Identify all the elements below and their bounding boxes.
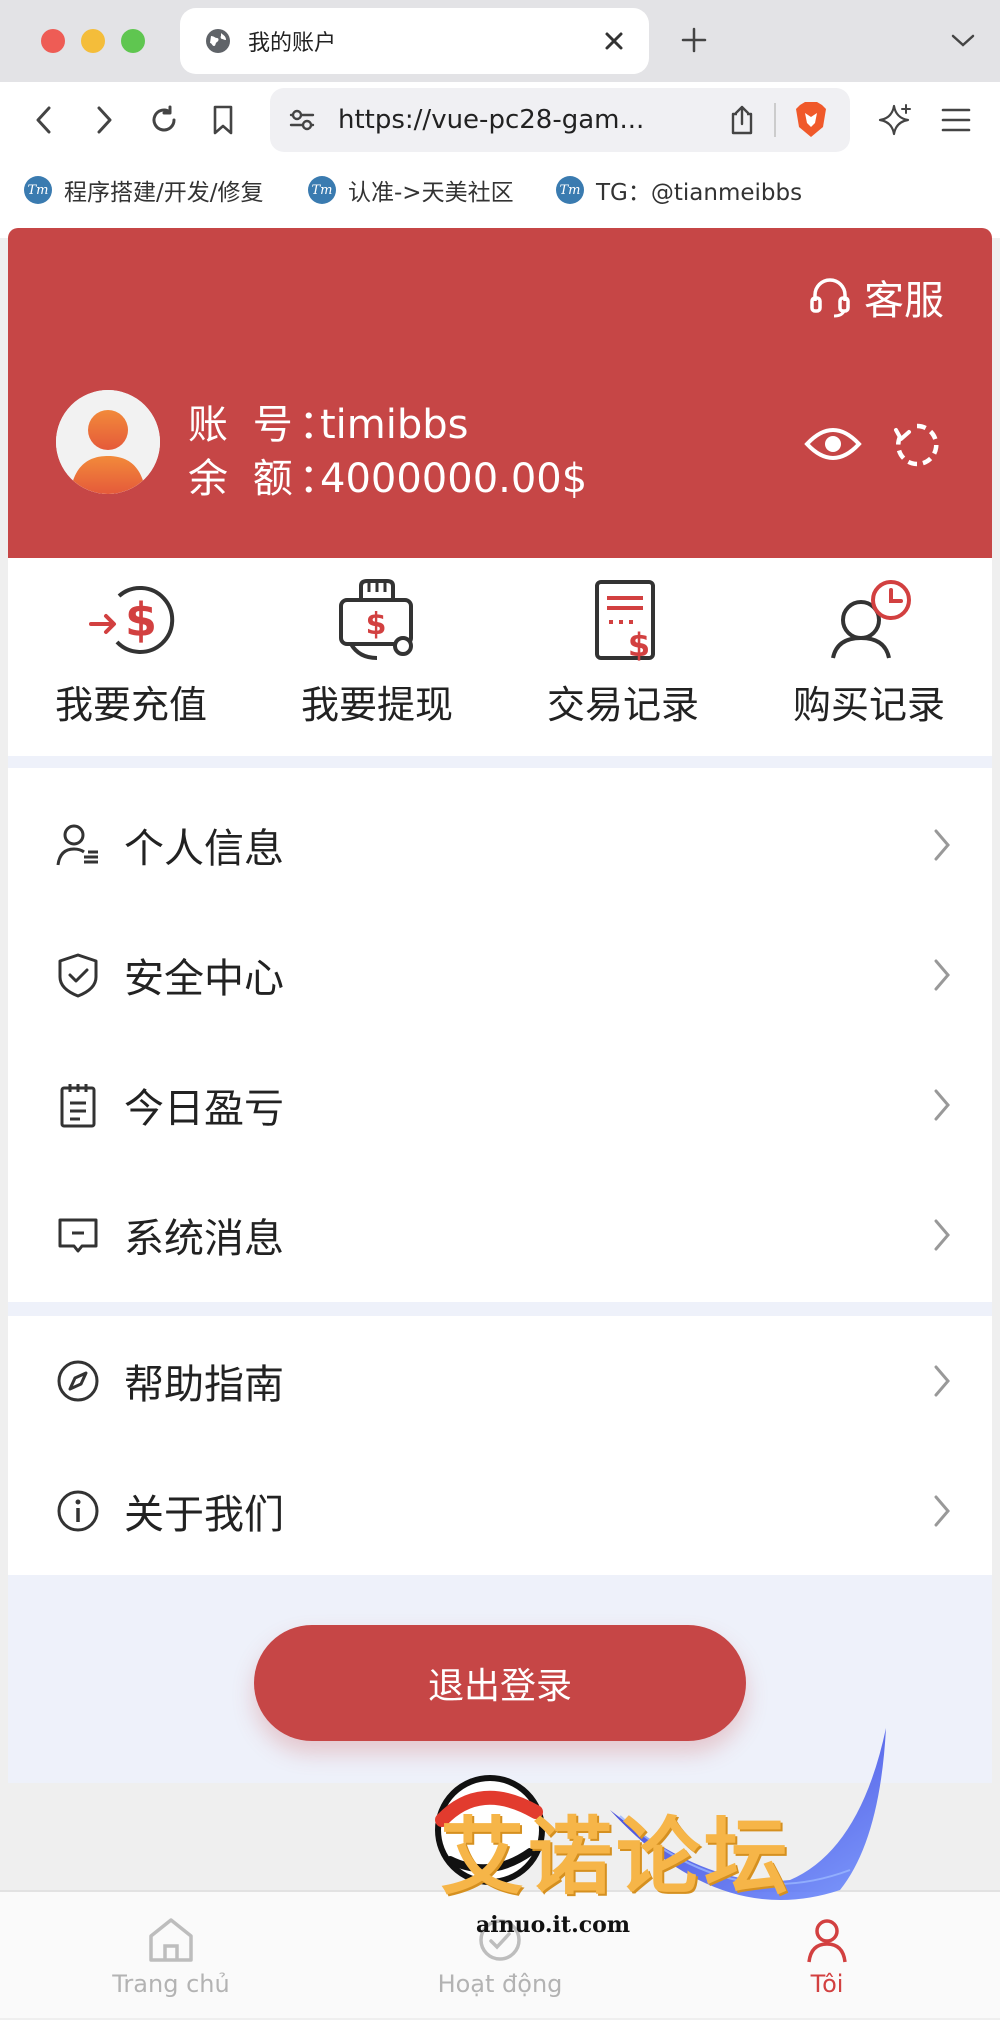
nav-label: Hoạt động xyxy=(437,1970,563,1998)
account-value: timibbs xyxy=(320,402,469,448)
chevron-right-icon xyxy=(932,1087,952,1123)
bookmark-item-3[interactable]: Tm TG：@tianmeibbs xyxy=(556,172,802,208)
brave-shield-icon[interactable] xyxy=(794,101,828,139)
chevron-right-icon xyxy=(932,1217,952,1253)
headset-icon xyxy=(808,275,852,319)
globe-icon xyxy=(204,27,232,55)
account-label: 账 号： xyxy=(188,402,345,448)
svg-text:$: $ xyxy=(366,607,387,642)
tab-title: 我的账户 xyxy=(248,31,337,56)
close-icon[interactable] xyxy=(603,30,625,52)
bookmark-label: 认准->天美社区 xyxy=(348,180,514,206)
shield-icon xyxy=(54,951,102,999)
chevron-right-icon xyxy=(932,957,952,993)
bookmark-icon[interactable] xyxy=(210,104,236,136)
message-icon xyxy=(54,1211,102,1259)
nav-home[interactable]: Trang chủ xyxy=(6,1892,336,2020)
menu-label: 帮助指南 xyxy=(124,1362,284,1408)
svg-text:$: $ xyxy=(628,626,650,664)
window-close-button[interactable] xyxy=(41,29,65,53)
section-divider xyxy=(8,1302,992,1316)
withdraw-icon: $ xyxy=(329,578,425,664)
toolbar-divider xyxy=(774,103,776,137)
bookmark-item-1[interactable]: Tm 程序搭建/开发/修复 xyxy=(24,172,264,208)
customer-service-button[interactable]: 客服 xyxy=(808,268,944,326)
menu-item-system-messages[interactable]: 系统消息 xyxy=(8,1170,992,1300)
menu-label: 今日盈亏 xyxy=(124,1086,284,1132)
balance-row: 余 额：4000000.00$ xyxy=(188,446,587,504)
leo-ai-icon[interactable] xyxy=(878,102,914,138)
withdraw-button[interactable]: $ 我要提现 xyxy=(254,578,500,748)
transaction-record-icon: $ xyxy=(575,578,671,664)
deposit-label: 我要充值 xyxy=(54,683,207,727)
menu-item-personal-info[interactable]: 个人信息 xyxy=(8,780,992,910)
site-settings-icon[interactable] xyxy=(288,106,316,134)
avatar[interactable] xyxy=(56,390,160,494)
transaction-record-button[interactable]: $ 交易记录 xyxy=(500,578,746,748)
transaction-record-label: 交易记录 xyxy=(546,683,699,727)
url-text: https://vue-pc28-gam... xyxy=(338,105,645,135)
info-icon xyxy=(54,1487,102,1535)
compass-icon xyxy=(54,1357,102,1405)
purchase-record-label: 购买记录 xyxy=(792,683,945,727)
reload-icon[interactable] xyxy=(148,104,180,136)
menu-icon[interactable] xyxy=(940,106,972,134)
clipboard-icon xyxy=(54,1081,102,1129)
refresh-icon[interactable] xyxy=(892,420,942,470)
chevron-right-icon xyxy=(932,1363,952,1399)
deposit-icon: $ xyxy=(83,578,179,664)
menu-item-today-profit[interactable]: 今日盈亏 xyxy=(8,1040,992,1170)
nav-label: Tôi xyxy=(810,1970,844,1998)
menu-label: 系统消息 xyxy=(124,1216,284,1262)
bookmark-label: 程序搭建/开发/修复 xyxy=(64,180,264,206)
chevron-right-icon xyxy=(932,1493,952,1529)
menu-item-security-center[interactable]: 安全中心 xyxy=(8,910,992,1040)
quick-actions: $ 我要充值 $ 我要提现 $ 交易记录 购买记录 xyxy=(8,558,992,768)
menu-item-about-us[interactable]: 关于我们 xyxy=(8,1446,992,1576)
plus-icon[interactable] xyxy=(680,26,708,54)
bookmark-site-icon: Tm xyxy=(308,176,336,204)
balance-label: 余 额： xyxy=(188,456,345,502)
window-minimize-button[interactable] xyxy=(81,29,105,53)
bookmark-site-icon: Tm xyxy=(24,176,52,204)
withdraw-label: 我要提现 xyxy=(300,683,453,727)
menu-label: 安全中心 xyxy=(124,956,284,1002)
bookmark-item-2[interactable]: Tm 认准->天美社区 xyxy=(308,172,514,208)
menu-label: 关于我们 xyxy=(124,1492,284,1538)
browser-tab[interactable]: 我的账户 xyxy=(180,8,649,74)
chevron-down-icon[interactable] xyxy=(950,30,976,50)
account-header: 客服 账 号：timibbs 余 额：4000000.00$ xyxy=(8,228,992,558)
bookmark-site-icon: Tm xyxy=(556,176,584,204)
watermark-url: ainuo.it.com xyxy=(476,1912,631,1938)
share-icon[interactable] xyxy=(728,104,756,136)
user-info-icon xyxy=(54,821,102,869)
customer-service-label: 客服 xyxy=(864,278,944,324)
deposit-button[interactable]: $ 我要充值 xyxy=(8,578,254,748)
purchase-record-icon xyxy=(821,578,917,664)
eye-icon[interactable] xyxy=(804,424,862,464)
watermark-text: 艾诺论坛 xyxy=(440,1808,793,1906)
menu-item-help-guide[interactable]: 帮助指南 xyxy=(8,1316,992,1446)
bookmark-label: TG：@tianmeibbs xyxy=(596,180,803,206)
address-bar[interactable]: https://vue-pc28-gam... xyxy=(270,88,850,152)
window-zoom-button[interactable] xyxy=(121,29,145,53)
chevron-right-icon xyxy=(932,827,952,863)
forward-icon[interactable] xyxy=(92,104,116,136)
back-icon[interactable] xyxy=(32,104,56,136)
nav-label: Trang chủ xyxy=(112,1970,230,1998)
balance-value: 4000000.00$ xyxy=(320,456,588,502)
account-row: 账 号：timibbs xyxy=(188,392,469,450)
menu-label: 个人信息 xyxy=(124,826,284,872)
home-icon xyxy=(145,1914,197,1966)
svg-text:$: $ xyxy=(125,593,157,647)
purchase-record-button[interactable]: 购买记录 xyxy=(746,578,992,748)
